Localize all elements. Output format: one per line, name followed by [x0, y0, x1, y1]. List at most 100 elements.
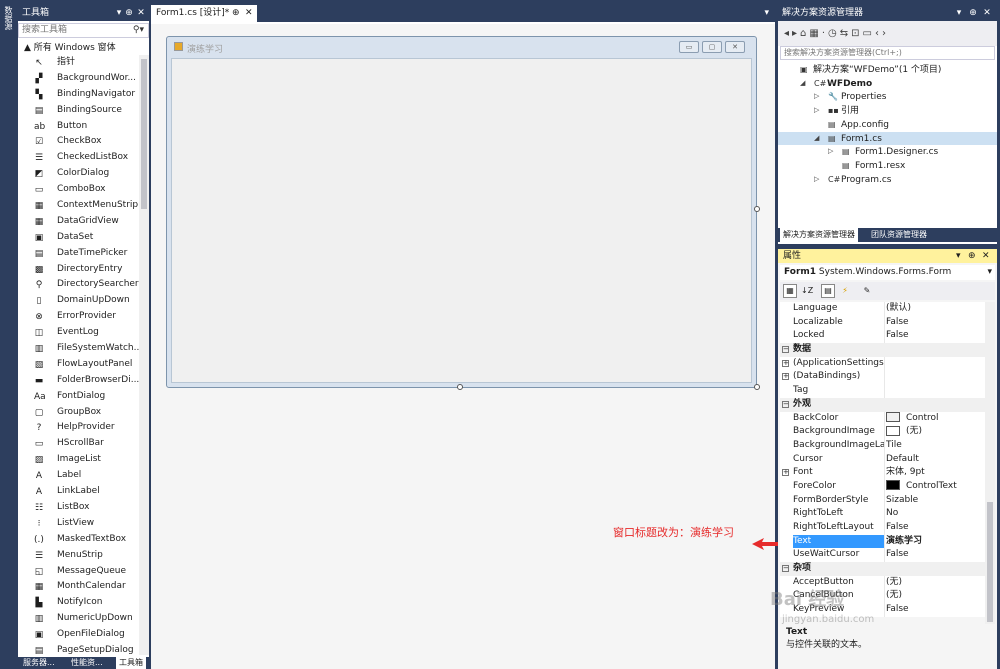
chevron-down-icon[interactable]: ▾	[764, 5, 769, 22]
tab-server-explorer[interactable]: 服务器...	[20, 657, 58, 669]
property-row[interactable]: BackgroundImage (无)	[780, 425, 985, 439]
toolbox-item[interactable]: ▚ BindingNavigator	[18, 87, 139, 103]
property-row[interactable]: + Font 宋体, 9pt	[780, 466, 985, 480]
toolbox-item[interactable]: ▢ GroupBox	[18, 405, 139, 421]
property-grid-scrollbar[interactable]	[985, 302, 995, 632]
property-value[interactable]: No	[886, 507, 985, 521]
property-pages-icon[interactable]: ✎	[860, 284, 874, 298]
property-value[interactable]: Default	[886, 453, 985, 467]
property-row[interactable]: UseWaitCursor False	[780, 548, 985, 563]
tab-toolbox[interactable]: 工具箱	[116, 657, 146, 669]
events-icon[interactable]: ⚡	[838, 284, 852, 298]
property-value[interactable]: 演练学习	[886, 535, 985, 549]
dropdown-icon[interactable]: ▾	[956, 249, 961, 263]
tab-performance[interactable]: 性能资...	[68, 657, 106, 669]
property-row[interactable]: Locked False	[780, 329, 985, 344]
search-icon[interactable]: ⚲▾	[133, 24, 144, 37]
dropdown-icon[interactable]: ▾	[114, 5, 124, 21]
chevron-down-icon[interactable]: ▾	[987, 265, 992, 280]
property-row[interactable]: RightToLeft No	[780, 507, 985, 521]
close-icon[interactable]: ✕	[136, 5, 146, 21]
toolbox-item[interactable]: ab Button	[18, 119, 139, 135]
property-value[interactable]: (无)	[886, 425, 985, 439]
toolbox-item[interactable]: ⊗ ErrorProvider	[18, 309, 139, 325]
property-row[interactable]: Localizable False	[780, 315, 985, 330]
property-value[interactable]: (默认)	[886, 302, 985, 316]
form-client-area[interactable]	[171, 58, 752, 383]
close-icon[interactable]: ✕	[245, 5, 253, 22]
toolbox-item[interactable]: ? HelpProvider	[18, 420, 139, 436]
tree-item[interactable]: ▣ 解决方案“WFDemo”(1 个项目)	[778, 63, 997, 77]
property-value[interactable]: False	[886, 603, 985, 617]
property-row[interactable]: Tag	[780, 384, 985, 398]
toolbox-item[interactable]: ↖ 指针	[18, 55, 139, 71]
toolbox-item[interactable]: ▣ OpenFileDialog	[18, 627, 139, 643]
pin-icon[interactable]: ⊕	[968, 5, 978, 21]
toolbox-item[interactable]: ▦ DataGridView	[18, 214, 139, 230]
property-value[interactable]: ControlText	[886, 480, 985, 494]
property-row[interactable]: RightToLeftLayout False	[780, 521, 985, 535]
categorized-icon[interactable]: ▦	[783, 284, 797, 298]
property-value[interactable]: 宋体, 9pt	[886, 466, 985, 480]
collapsed-arrow-icon[interactable]: ▷	[814, 104, 819, 118]
toolbox-item[interactable]: ▥ NumericUpDown	[18, 611, 139, 627]
tree-item[interactable]: ▷ ▤ Form1.Designer.cs	[778, 145, 997, 159]
toolbox-item[interactable]: ▬ FolderBrowserDi...	[18, 373, 139, 389]
solution-explorer-toolbar[interactable]: ◂▸⌂▦·◷⇆⊡▭‹›	[778, 21, 997, 46]
toolbox-item[interactable]: ▤ BindingSource	[18, 103, 139, 119]
resize-handle-bottom[interactable]	[457, 384, 463, 390]
toolbox-item[interactable]: A LinkLabel	[18, 484, 139, 500]
scrollbar-thumb[interactable]	[987, 502, 993, 622]
collapse-icon[interactable]: −	[782, 565, 789, 573]
tree-item[interactable]: ▷ ▪▪ 引用	[778, 104, 997, 118]
alphabetical-icon[interactable]: ↓Z	[800, 284, 814, 298]
tab-team-explorer[interactable]: 团队资源管理器	[868, 228, 930, 242]
collapsed-arrow-icon[interactable]: ▷	[828, 145, 833, 159]
property-value[interactable]: (无)	[886, 576, 985, 590]
property-row[interactable]: ForeColor ControlText	[780, 479, 985, 494]
tree-item[interactable]: ▷ C#Program.cs	[778, 173, 997, 187]
property-row[interactable]: + (DataBindings)	[780, 370, 985, 385]
resize-handle-corner[interactable]	[754, 384, 760, 390]
toolbox-group-header[interactable]: ▲ 所有 Windows 窗体	[18, 41, 149, 55]
property-category[interactable]: − 外观	[780, 397, 985, 412]
toolbox-item[interactable]: A Label	[18, 468, 139, 484]
tree-item[interactable]: ◢ ▤ Form1.cs	[778, 131, 997, 146]
toolbox-item[interactable]: ☰ MenuStrip	[18, 548, 139, 564]
pin-icon[interactable]: ⊕	[124, 5, 134, 21]
expanded-arrow-icon[interactable]: ◢	[814, 132, 819, 146]
toolbox-item[interactable]: ☑ CheckBox	[18, 134, 139, 150]
property-row[interactable]: FormBorderStyle Sizable	[780, 493, 985, 508]
toolbox-item[interactable]: ▨ ImageList	[18, 452, 139, 468]
toolbox-item[interactable]: ▯ DomainUpDown	[18, 293, 139, 309]
toolbox-item[interactable]: ☰ CheckedListBox	[18, 150, 139, 166]
pin-icon[interactable]: ⊕	[232, 5, 240, 22]
expand-icon[interactable]: +	[782, 469, 789, 477]
datasource-tab[interactable]: 数据源	[2, 6, 14, 36]
property-value[interactable]: False	[886, 521, 985, 535]
expand-icon[interactable]: +	[782, 373, 789, 381]
properties-object-selector[interactable]: Form1 System.Windows.Forms.Form ▾	[780, 265, 995, 280]
collapse-icon[interactable]: −	[782, 400, 789, 408]
toolbox-item[interactable]: ☷ ListBox	[18, 500, 139, 516]
toolbox-item[interactable]: ⁝ ListView	[18, 516, 139, 532]
properties-icon[interactable]: ▤	[821, 284, 835, 298]
dropdown-icon[interactable]: ▾	[954, 5, 964, 21]
close-icon[interactable]: ✕	[982, 5, 992, 21]
property-row[interactable]: BackColor Control	[780, 411, 985, 426]
scrollbar-thumb[interactable]	[141, 59, 147, 209]
toolbox-item[interactable]: ▧ FlowLayoutPanel	[18, 357, 139, 373]
property-row[interactable]: Text 演练学习	[780, 534, 985, 549]
property-value[interactable]: False	[886, 548, 985, 562]
property-row[interactable]: Language (默认)	[780, 302, 985, 316]
toolbox-item[interactable]: ▩ DirectoryEntry	[18, 262, 139, 278]
tab-solution-explorer[interactable]: 解决方案资源管理器	[780, 228, 858, 242]
tab-form1-design[interactable]: Form1.cs [设计]* ⊕ ✕	[151, 5, 257, 22]
toolbox-item[interactable]: ▙ NotifyIcon	[18, 595, 139, 611]
toolbox-item[interactable]: ▦ MonthCalendar	[18, 579, 139, 595]
property-value[interactable]: Control	[886, 412, 985, 426]
pin-icon[interactable]: ⊕	[968, 249, 976, 263]
toolbox-item[interactable]: ▭ ComboBox	[18, 182, 139, 198]
resize-handle-right[interactable]	[754, 206, 760, 212]
toolbox-item[interactable]: ▥ FileSystemWatch...	[18, 341, 139, 357]
